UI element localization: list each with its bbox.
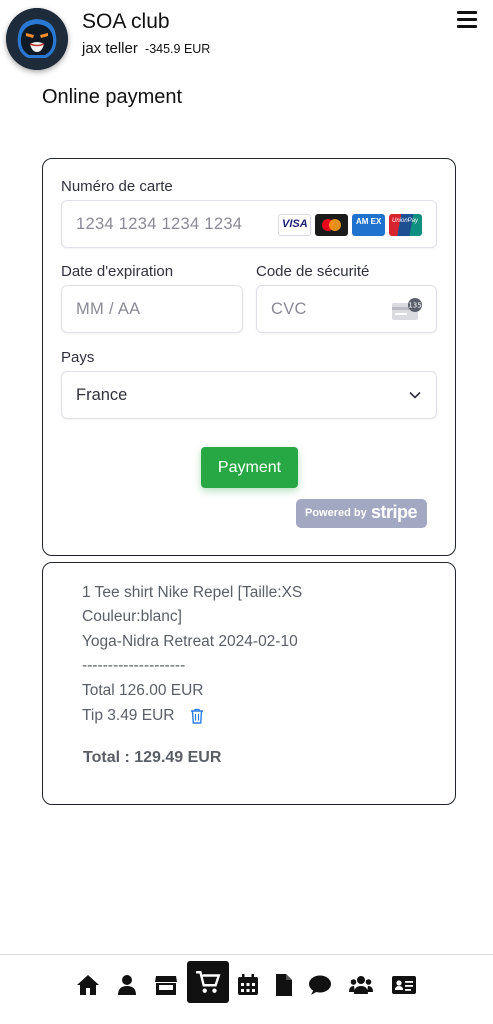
country-select[interactable]: France: [61, 371, 437, 419]
nav-shop[interactable]: [152, 971, 180, 999]
user-icon: [118, 975, 136, 995]
id-card-icon: [392, 976, 416, 994]
visa-icon: VISA: [278, 214, 311, 236]
summary-line-item: Couleur:blanc]: [82, 608, 182, 625]
club-name: SOA club: [82, 10, 170, 33]
page-title: Online payment: [42, 86, 183, 108]
nav-cart[interactable]: [187, 961, 229, 1003]
card-number-placeholder: 1234 1234 1234 1234: [76, 215, 243, 233]
nav-home[interactable]: [74, 971, 102, 999]
summary-divider: --------------------: [82, 657, 186, 674]
summary-tip: Tip 3.49 EUR: [82, 707, 175, 724]
calendar-icon: [238, 974, 258, 995]
card-number-label: Numéro de carte: [61, 178, 173, 195]
nav-chat[interactable]: [306, 971, 334, 999]
cvc-input[interactable]: CVC 135: [256, 285, 437, 333]
bottom-navigation: [0, 954, 493, 1024]
user-info: jax teller -345.9 EUR: [82, 40, 210, 57]
shopping-cart-icon: [196, 971, 221, 993]
expiry-placeholder: MM / AA: [76, 300, 141, 318]
user-name: jax teller: [82, 40, 138, 57]
trash-icon[interactable]: [190, 708, 204, 724]
summary-total: Total : 129.49 EUR: [83, 749, 222, 766]
app-header: SOA club jax teller -345.9 EUR: [0, 0, 493, 80]
nav-id-card[interactable]: [390, 971, 418, 999]
cvc-placeholder: CVC: [271, 300, 307, 318]
hamburger-menu-icon[interactable]: [457, 11, 477, 29]
payment-button[interactable]: Payment: [201, 447, 298, 488]
document-icon: [276, 974, 292, 996]
card-brands: VISA AM EX UnionPay: [278, 214, 422, 236]
cvc-label: Code de sécurité: [256, 263, 370, 280]
nav-document[interactable]: [270, 971, 298, 999]
country-value: France: [76, 386, 128, 404]
unionpay-icon: UnionPay: [389, 214, 422, 236]
card-number-input[interactable]: 1234 1234 1234 1234 VISA AM EX UnionPay: [61, 200, 437, 248]
expiry-input[interactable]: MM / AA: [61, 285, 243, 333]
country-label: Pays: [61, 349, 95, 366]
svg-text:135: 135: [408, 302, 421, 310]
summary-line-item: 1 Tee shirt Nike Repel [Taille:XS: [82, 584, 303, 601]
chat-icon: [309, 975, 331, 995]
nav-calendar[interactable]: [234, 971, 262, 999]
nav-profile[interactable]: [113, 971, 141, 999]
user-balance: -345.9 EUR: [145, 42, 211, 56]
home-icon: [77, 975, 99, 995]
amex-icon: AM EX: [352, 214, 385, 236]
gorilla-logo-icon: [6, 8, 68, 70]
expiry-label: Date d'expiration: [61, 263, 174, 280]
club-logo[interactable]: [6, 8, 68, 70]
nav-members[interactable]: [347, 971, 375, 999]
powered-by-stripe-badge[interactable]: Powered by stripe: [296, 499, 427, 528]
order-summary-card: 1 Tee shirt Nike Repel [Taille:XS Couleu…: [42, 562, 456, 805]
chevron-down-icon: [409, 391, 421, 399]
mastercard-icon: [315, 214, 348, 236]
summary-line-item: Yoga-Nidra Retreat 2024-02-10: [82, 633, 298, 650]
store-icon: [155, 976, 177, 995]
summary-subtotal: Total 126.00 EUR: [82, 682, 204, 699]
users-icon: [349, 976, 373, 994]
payment-form-card: Numéro de carte 1234 1234 1234 1234 VISA…: [42, 158, 456, 556]
cvc-card-icon: 135: [392, 298, 422, 320]
